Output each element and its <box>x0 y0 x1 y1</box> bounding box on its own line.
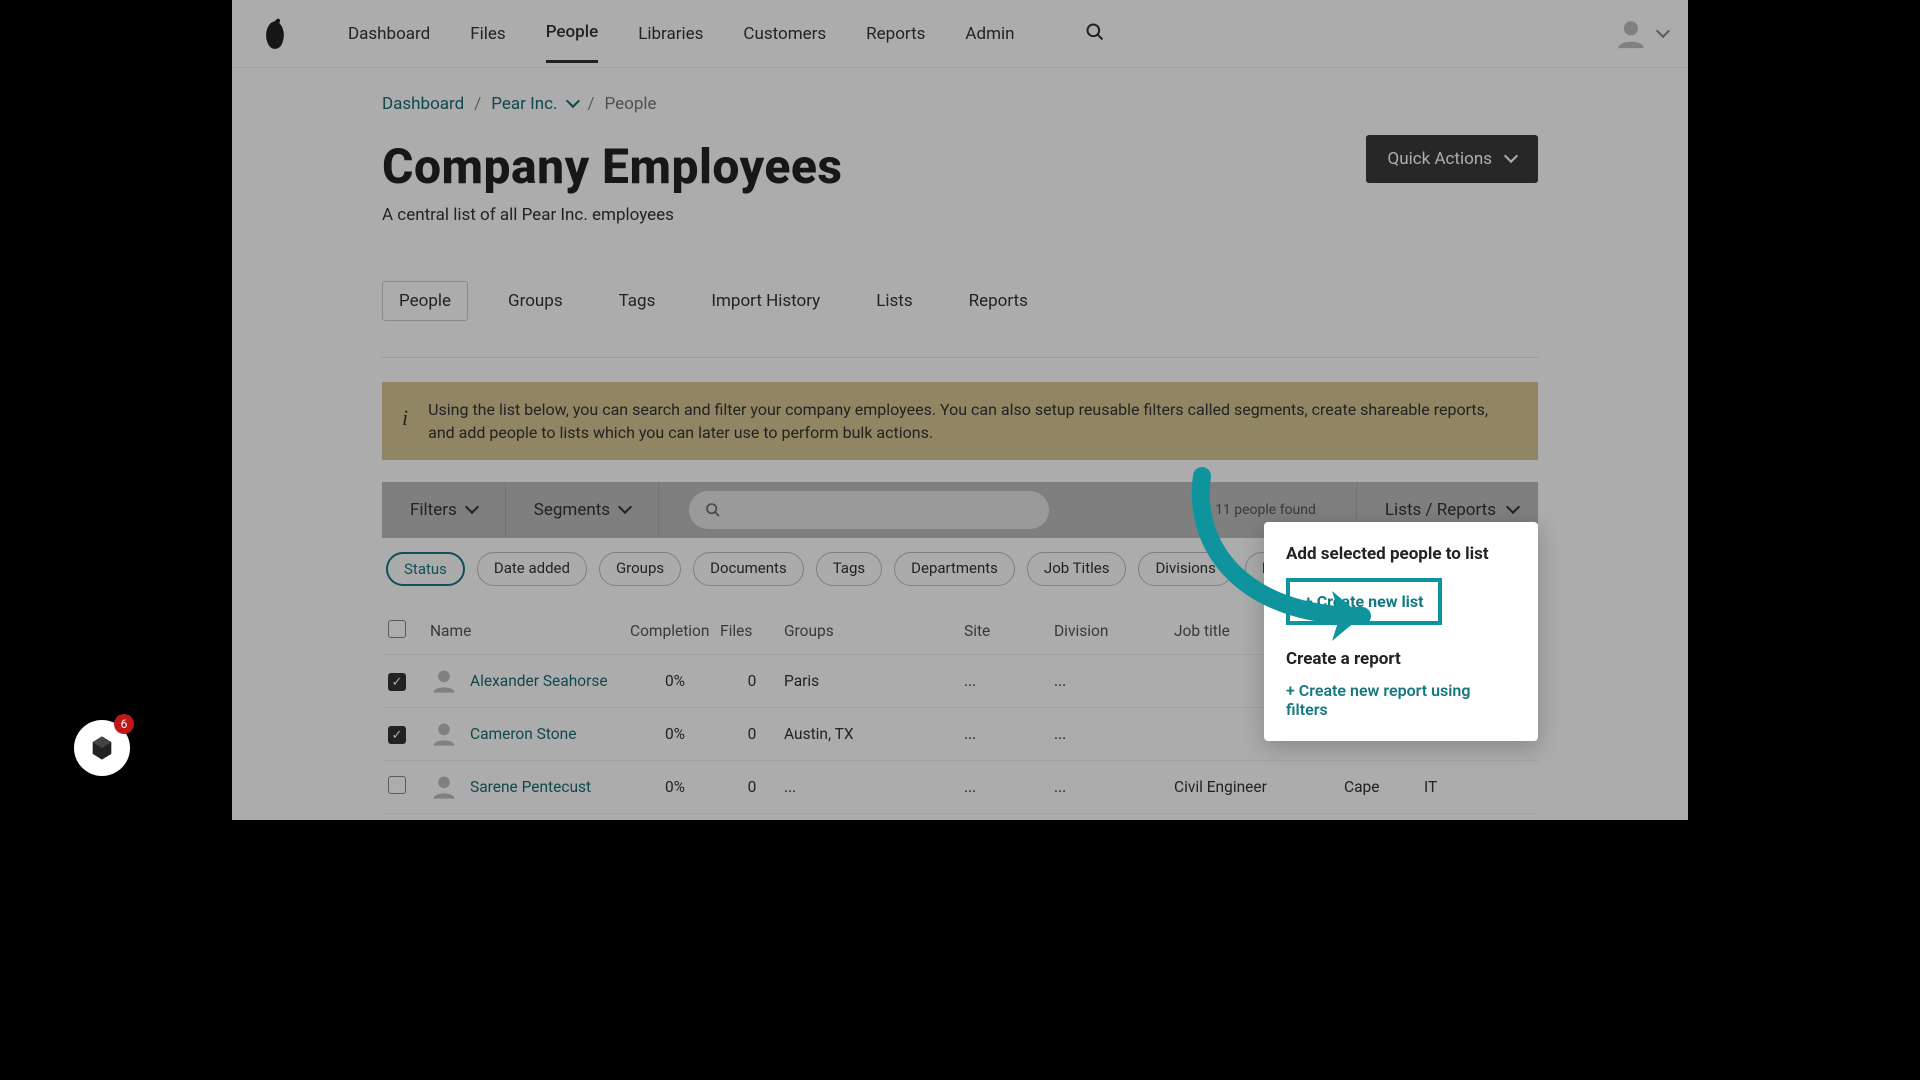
help-widget[interactable]: 6 <box>74 720 130 776</box>
dropdown-title-create-report: Create a report <box>1286 649 1516 669</box>
widget-icon <box>88 734 116 762</box>
widget-badge: 6 <box>114 714 134 734</box>
lists-reports-dropdown: Add selected people to list + Create new… <box>1264 522 1538 741</box>
create-new-list-button[interactable]: + Create new list <box>1286 578 1442 625</box>
create-new-report-link[interactable]: + Create new report using filters <box>1286 681 1516 719</box>
app-viewport: Dashboard Files People Libraries Custome… <box>232 0 1688 820</box>
dropdown-title-add-to-list: Add selected people to list <box>1286 544 1516 564</box>
